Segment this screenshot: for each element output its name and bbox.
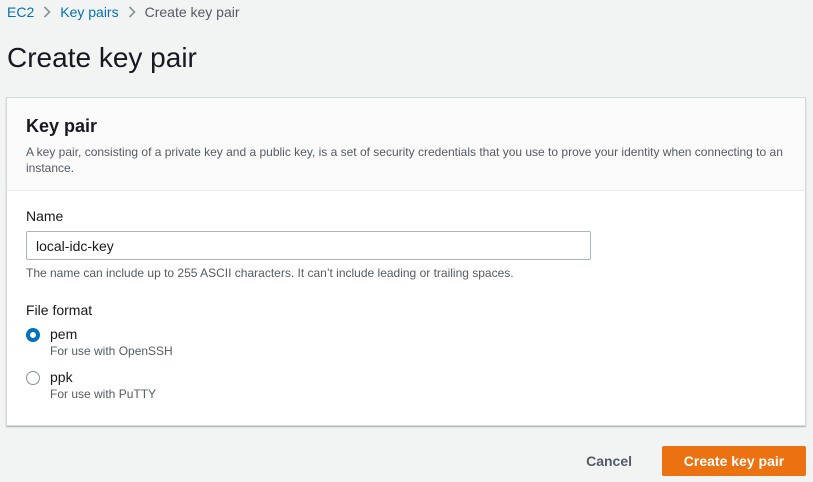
- radio-button-ppk[interactable]: [26, 371, 40, 385]
- radio-description-ppk: For use with PuTTY: [50, 387, 157, 401]
- radio-option-pem[interactable]: pem For use with OpenSSH: [26, 326, 786, 359]
- chevron-right-icon: [119, 6, 145, 18]
- form-actions: Cancel Create key pair: [586, 446, 806, 476]
- radio-option-ppk[interactable]: ppk For use with PuTTY: [26, 369, 786, 402]
- panel-title: Key pair: [26, 116, 98, 136]
- panel-body: Name The name can include up to 255 ASCI…: [7, 191, 805, 402]
- panel-header: Key pair A key pair, consisting of a pri…: [7, 98, 805, 191]
- create-key-pair-button[interactable]: Create key pair: [662, 446, 806, 476]
- page-title: Create key pair: [7, 42, 197, 73]
- name-hint: The name can include up to 255 ASCII cha…: [26, 266, 514, 280]
- breadcrumb: EC2 Key pairs Create key pair: [7, 3, 240, 21]
- breadcrumb-link-key-pairs[interactable]: Key pairs: [60, 4, 118, 20]
- name-label: Name: [26, 208, 64, 224]
- radio-text-pem: pem For use with OpenSSH: [50, 326, 173, 359]
- key-pair-panel: Key pair A key pair, consisting of a pri…: [6, 97, 806, 426]
- radio-text-ppk: ppk For use with PuTTY: [50, 369, 156, 402]
- panel-description: A key pair, consisting of a private key …: [26, 145, 783, 175]
- file-format-label: File format: [26, 302, 93, 318]
- radio-label-pem: pem: [50, 326, 78, 342]
- cancel-button[interactable]: Cancel: [586, 453, 632, 469]
- radio-description-pem: For use with OpenSSH: [50, 344, 173, 358]
- breadcrumb-current: Create key pair: [144, 4, 240, 20]
- name-input[interactable]: [26, 231, 591, 260]
- breadcrumb-link-ec2[interactable]: EC2: [7, 4, 34, 20]
- chevron-right-icon: [34, 6, 60, 18]
- radio-label-ppk: ppk: [50, 369, 73, 385]
- radio-button-pem[interactable]: [26, 328, 40, 342]
